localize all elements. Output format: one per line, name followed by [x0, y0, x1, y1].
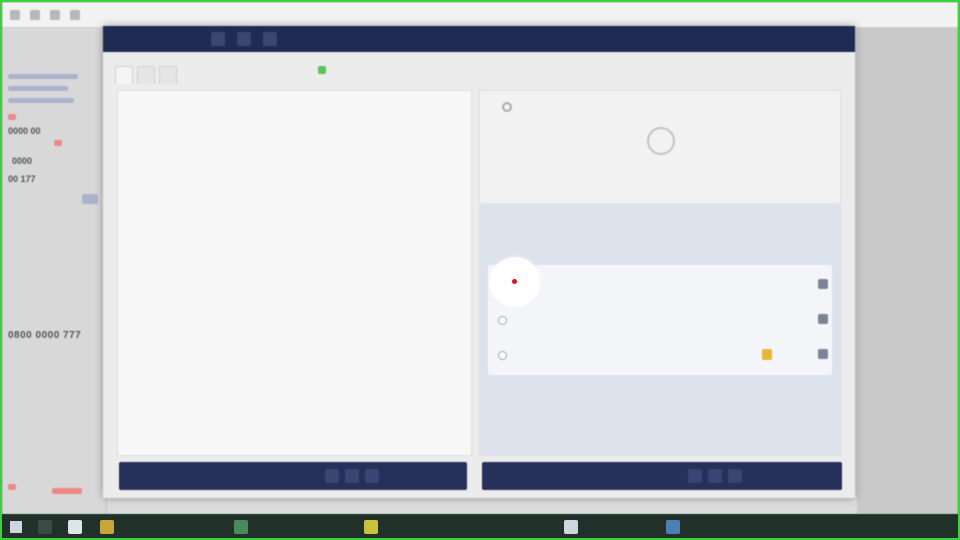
suggestion-radio[interactable]	[498, 351, 507, 360]
app-icon[interactable]	[666, 520, 680, 534]
footer-icon-button[interactable]	[708, 469, 722, 483]
suggestion-item[interactable]	[488, 339, 832, 373]
search-input[interactable]	[520, 99, 820, 117]
cursor-dot-icon	[512, 279, 517, 284]
suggestion-radio[interactable]	[498, 316, 507, 325]
suggestion-checkbox[interactable]	[818, 349, 828, 359]
app-icon[interactable]	[100, 520, 114, 534]
background-tag: 0000 00	[8, 126, 41, 136]
tab-1[interactable]	[115, 66, 133, 84]
taskbar	[2, 514, 958, 538]
suggestion-badge	[762, 349, 772, 360]
toolbar-icon[interactable]	[50, 10, 60, 20]
tab-3[interactable]	[159, 66, 177, 84]
suggestion-checkbox[interactable]	[818, 314, 828, 324]
status-indicator	[8, 484, 16, 490]
dialog-tabs	[115, 66, 177, 86]
search-icon	[502, 102, 512, 112]
background-sidebar: 0000 00 0000 00 177 0800 0000 777	[2, 28, 107, 514]
cursor-highlight	[490, 257, 540, 307]
search-icon[interactable]	[38, 520, 52, 534]
footer-icon-button[interactable]	[325, 469, 339, 483]
suggestion-item[interactable]	[488, 304, 832, 338]
sidebar-link[interactable]	[8, 74, 78, 79]
background-tag: 0000	[12, 156, 33, 166]
footer-icon-button[interactable]	[688, 469, 702, 483]
taskview-icon[interactable]	[68, 520, 82, 534]
tab-2[interactable]	[137, 66, 155, 84]
dialog	[103, 26, 855, 498]
editor-footer-bar	[119, 462, 467, 490]
background-right-area	[857, 28, 958, 514]
editor-pane[interactable]	[117, 90, 472, 456]
background-tag: 00 177	[8, 174, 36, 184]
empty-state-icon	[647, 127, 675, 155]
footer-icon-button[interactable]	[365, 469, 379, 483]
start-icon[interactable]	[10, 521, 22, 533]
suggestion-checkbox[interactable]	[818, 279, 828, 289]
footer-icon-button[interactable]	[728, 469, 742, 483]
app-icon[interactable]	[364, 520, 378, 534]
app-icon[interactable]	[234, 520, 248, 534]
ai-suggestions-panel	[480, 203, 840, 455]
toolbar-icon[interactable]	[30, 10, 40, 20]
header-icon-button[interactable]	[237, 32, 251, 46]
toolbar-icon[interactable]	[70, 10, 80, 20]
status-indicator	[8, 114, 16, 120]
sidebar-link[interactable]	[8, 98, 74, 103]
app-icon[interactable]	[10, 10, 20, 20]
header-icon-button[interactable]	[263, 32, 277, 46]
header-icon-button[interactable]	[211, 32, 225, 46]
search-row	[490, 99, 830, 117]
editor-text[interactable]	[138, 99, 458, 239]
app-icon[interactable]	[564, 520, 578, 534]
tab-badge	[318, 66, 326, 74]
sidebar-link[interactable]	[8, 86, 68, 91]
background-app-titlebar	[2, 2, 958, 28]
footer-icon-button[interactable]	[345, 469, 359, 483]
status-indicator	[54, 140, 62, 146]
dialog-header	[103, 26, 855, 52]
right-footer-bar	[482, 462, 842, 490]
status-indicator	[52, 488, 82, 494]
background-phone-number: 0800 0000 777	[8, 330, 82, 341]
sidebar-button[interactable]	[82, 194, 98, 204]
